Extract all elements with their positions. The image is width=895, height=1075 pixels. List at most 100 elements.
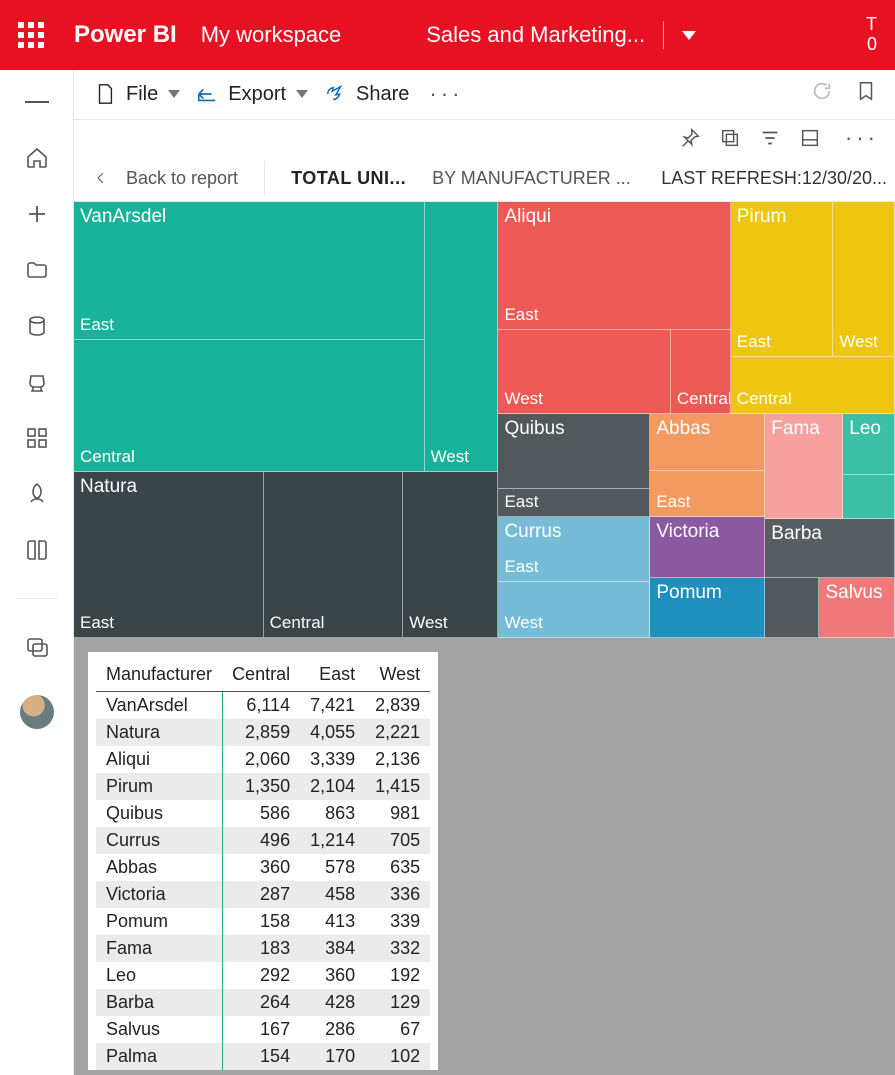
treemap-cell[interactable]: West [833,202,895,357]
avatar[interactable] [20,695,54,729]
table-row[interactable]: Victoria287458336 [96,881,430,908]
treemap-cell[interactable]: West [498,582,650,638]
cell: VanArsdel [96,691,222,719]
cell: 496 [222,827,300,854]
table-row[interactable]: Pirum1,3502,1041,415 [96,773,430,800]
table-row[interactable]: Salvus16728667 [96,1016,430,1043]
cell: Victoria [96,881,222,908]
treemap-cell[interactable]: PirumEast [731,202,834,357]
data-hub-icon[interactable] [25,314,49,338]
export-label: Export [228,83,286,106]
treemap-cell[interactable]: AliquiEast [498,202,730,330]
cell-sublabel: West [839,332,877,352]
treemap-cell[interactable]: West [498,330,670,414]
cell-sublabel: East [504,305,538,325]
table-row[interactable]: Aliqui2,0603,3392,136 [96,746,430,773]
treemap-cell[interactable]: NaturaEast [74,472,264,638]
treemap-cell[interactable]: Central [264,472,404,638]
crumb-by-manufacturer[interactable]: BY MANUFACTURER ... [432,168,631,189]
app-launcher-icon[interactable] [18,22,44,48]
focus-icon[interactable] [799,127,821,149]
cell-sublabel: Central [270,613,325,633]
table-row[interactable]: VanArsdel6,1147,4212,839 [96,691,430,719]
filter-icon[interactable] [759,127,781,149]
toolbar: File Export Share ··· [74,70,895,120]
crumb-total[interactable]: TOTAL UNI... [291,168,406,189]
pin-icon[interactable] [679,127,701,149]
table-row[interactable]: Abbas360578635 [96,854,430,881]
treemap-cell[interactable]: Leo [843,414,895,475]
table-row[interactable]: Quibus586863981 [96,800,430,827]
treemap-cell[interactable]: West [425,202,499,472]
metrics-icon[interactable] [25,370,49,394]
cell: 7,421 [300,691,365,719]
treemap-cell[interactable]: West [403,472,498,638]
cell: 2,060 [222,746,300,773]
browse-icon[interactable] [25,258,49,282]
treemap-cell[interactable] [765,578,819,638]
table-row[interactable]: Barba264428129 [96,989,430,1016]
file-menu[interactable]: File [92,79,182,110]
more-options-icon[interactable]: ··· [429,81,463,107]
column-header[interactable]: Central [222,658,300,692]
table-row[interactable]: Currus4961,214705 [96,827,430,854]
cell: 287 [222,881,300,908]
learn-icon[interactable] [25,538,49,562]
home-icon[interactable] [25,146,49,170]
treemap-cell[interactable]: Pomum [650,578,765,638]
table-row[interactable]: Natura2,8594,0552,221 [96,719,430,746]
table-row[interactable]: Leo292360192 [96,962,430,989]
table-row[interactable]: Pomum158413339 [96,908,430,935]
treemap-cell[interactable]: CurrusEast [498,517,650,582]
treemap-cell[interactable]: VanArsdelEast [74,202,425,340]
back-button[interactable]: Back to report [94,168,238,189]
chevron-down-icon [296,90,308,98]
copy-icon[interactable] [719,127,741,149]
treemap-cell[interactable]: East [650,471,765,517]
share-button[interactable]: Share [322,79,411,110]
cell-sublabel: West [504,389,542,409]
workspaces-icon[interactable] [25,635,49,659]
treemap-cell[interactable]: Victoria [650,517,765,578]
refresh-icon[interactable] [811,80,833,108]
cell: 170 [300,1043,365,1070]
treemap-cell[interactable] [843,475,895,519]
cell: 360 [300,962,365,989]
column-header[interactable]: East [300,658,365,692]
treemap-cell[interactable]: East [498,489,650,517]
treemap-cell[interactable]: Central [74,340,425,472]
treemap-cell[interactable]: Salvus [819,578,895,638]
visual-more-icon[interactable]: ··· [845,125,879,151]
matrix-visual[interactable]: ManufacturerCentralEastWest VanArsdel6,1… [88,652,438,1070]
menu-icon[interactable] [25,90,49,114]
table-row[interactable]: Fama183384332 [96,935,430,962]
report-title-dropdown[interactable]: Sales and Marketing... [426,21,696,49]
cell: 981 [365,800,430,827]
treemap-cell[interactable]: Fama [765,414,843,519]
export-menu[interactable]: Export [194,79,310,110]
report-title-text: Sales and Marketing... [426,22,645,48]
treemap-cell[interactable]: Abbas [650,414,765,471]
brand-label[interactable]: Power BI [74,21,177,49]
chevron-left-icon [94,171,108,185]
workspace-label[interactable]: My workspace [201,22,342,48]
apps-icon[interactable] [25,426,49,450]
treemap-cell[interactable]: Barba [765,519,895,578]
cell-sublabel: East [504,557,538,577]
table-row[interactable]: Palma154170102 [96,1043,430,1070]
cell: 336 [365,881,430,908]
treemap-visual[interactable]: VanArsdelEastCentralWestNaturaEastCentra… [74,202,895,638]
create-icon[interactable] [25,202,49,226]
deployment-icon[interactable] [25,482,49,506]
cell: 635 [365,854,430,881]
cell-sublabel: Central [737,389,792,409]
column-header[interactable]: Manufacturer [96,658,222,692]
treemap-cell[interactable]: Central [671,330,731,414]
cell: 586 [222,800,300,827]
bookmark-icon[interactable] [855,80,877,108]
treemap-cell[interactable]: Quibus [498,414,650,489]
cell: 192 [365,962,430,989]
column-header[interactable]: West [365,658,430,692]
treemap-cell[interactable]: Central [731,357,895,415]
chevron-down-icon[interactable] [682,31,696,40]
